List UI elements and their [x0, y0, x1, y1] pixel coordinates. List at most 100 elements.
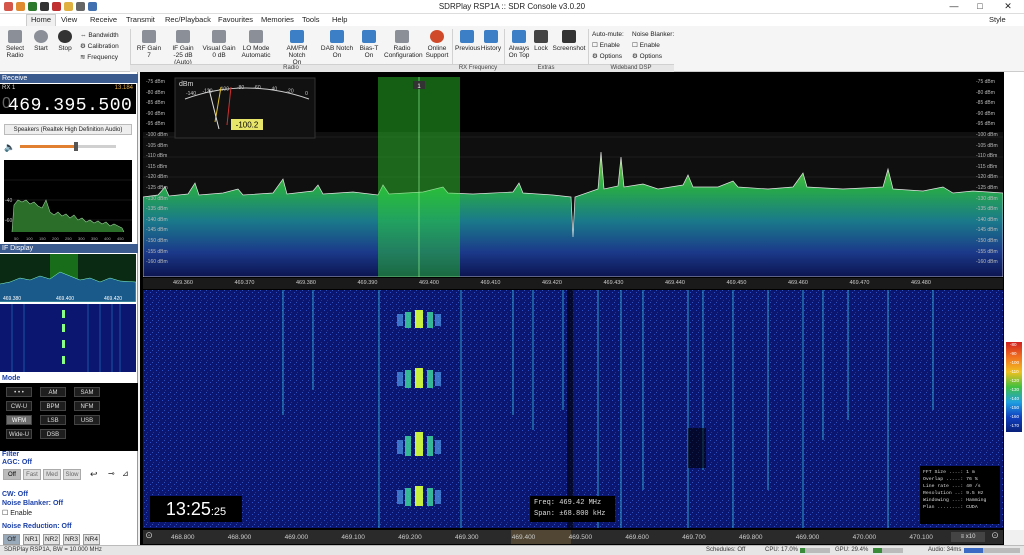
notch-column: [567, 290, 573, 528]
volume-slider[interactable]: [20, 142, 116, 151]
frequency-display[interactable]: RX 1 13.184 0 469.395.500: [0, 84, 136, 116]
menu-bar: Home View Receive Transmit Rec/Playback …: [0, 14, 1024, 26]
mode-usb[interactable]: USB: [74, 415, 100, 425]
rf-gain-button[interactable]: RF Gain 7: [134, 30, 164, 59]
mini-tick: 400: [104, 236, 111, 241]
mode-sam[interactable]: SAM: [74, 387, 100, 397]
mode-am[interactable]: AM: [40, 387, 66, 397]
menu-transmit[interactable]: Transmit: [122, 15, 159, 24]
maximize-button[interactable]: □: [966, 1, 994, 11]
spectrum-db-label-left: -100 dBm: [146, 132, 168, 138]
noise-blanker-label: Noise Blanker:: [632, 31, 675, 38]
fft-resolution: Resolution ..: 9.5 Hz: [923, 491, 984, 496]
online-support-button[interactable]: Online Support: [422, 30, 452, 59]
am-fm-notch-button[interactable]: AM/FM Notch On: [278, 30, 316, 66]
frequency-button[interactable]: ≋ Frequency: [80, 52, 119, 63]
noise-blanker-options[interactable]: ⚙ Options: [632, 51, 674, 62]
history-button[interactable]: History: [480, 30, 502, 52]
menu-rec-playback[interactable]: Rec/Playback: [161, 15, 215, 24]
nb-enable-checkbox[interactable]: ☐ Enable: [2, 509, 32, 517]
lo-mode-button[interactable]: LO Mode Automatic: [238, 30, 274, 59]
mode-wide-u[interactable]: Wide-U: [6, 429, 32, 439]
start-button[interactable]: Start: [30, 30, 52, 52]
nr2-button[interactable]: NR2: [43, 534, 60, 545]
previous-button[interactable]: Previous: [455, 30, 480, 52]
spectrum-db-label-right: -95 dBm: [976, 121, 995, 128]
select-radio-button[interactable]: Select Radio: [4, 30, 26, 59]
gpu-bar: [873, 548, 903, 553]
calibration-button[interactable]: ⚙ Calibration: [80, 41, 119, 52]
mode-dsb[interactable]: DSB: [40, 429, 66, 439]
mode-wfm[interactable]: WFM: [6, 415, 32, 425]
color-scale-tick: -110: [1010, 369, 1019, 374]
noise-blanker-enable[interactable]: ☐ Enable: [632, 40, 674, 51]
color-scale-tick: -160: [1010, 414, 1020, 419]
volume-handle[interactable]: [74, 142, 78, 151]
nr3-button[interactable]: NR3: [63, 534, 80, 545]
mode-more[interactable]: • • •: [6, 387, 32, 397]
bottom-frequency-bar[interactable]: ⊙ 468.800 468.900 469.000 469.100 469.200 469…: [143, 530, 1003, 544]
nr4-button[interactable]: NR4: [83, 534, 100, 545]
mode-bpm[interactable]: BPM: [40, 401, 66, 411]
undo-arrow-icon: [460, 30, 474, 43]
style-menu[interactable]: Style: [985, 15, 1010, 24]
nr1-button[interactable]: NR1: [23, 534, 40, 545]
if-gain-button[interactable]: IF Gain -25 dB (Auto): [166, 30, 200, 66]
meter-scale-tick: -100: [219, 86, 229, 92]
menu-tools[interactable]: Tools: [298, 15, 324, 24]
stop-button[interactable]: Stop: [54, 30, 76, 52]
agc-med-button[interactable]: Med: [43, 469, 61, 480]
auto-mute-options[interactable]: ⚙ Options: [592, 51, 624, 62]
spectrum-db-label-right: -135 dBm: [976, 206, 998, 213]
menu-favourites[interactable]: Favourites: [214, 15, 257, 24]
speaker-select[interactable]: Speakers (Realtek High Definition Audio): [4, 124, 132, 135]
spectrum-freq-tick: 469.370: [234, 280, 255, 286]
scroll-right-icon[interactable]: ⊙: [989, 530, 1001, 544]
menu-help[interactable]: Help: [328, 15, 351, 24]
spectrum-db-label-right: -155 dBm: [976, 248, 998, 255]
agc-fast-button[interactable]: Fast: [23, 469, 41, 480]
agc-key-icon[interactable]: ⊸: [108, 469, 115, 478]
lo-mode-icon: [249, 30, 263, 43]
screenshot-button[interactable]: Screenshot: [552, 30, 586, 52]
mode-nfm[interactable]: NFM: [74, 401, 100, 411]
agc-off-button[interactable]: Off: [3, 469, 21, 480]
mode-cw-u[interactable]: CW-U: [6, 401, 32, 411]
minimize-button[interactable]: —: [940, 1, 968, 11]
lock-button[interactable]: Lock: [533, 30, 549, 52]
fft-windowing: Windowing ...: Hamming: [923, 498, 987, 503]
meter-scale-tick: -80: [237, 85, 244, 91]
agc-slow-button[interactable]: Slow: [63, 469, 81, 480]
bias-t-button[interactable]: Bias-T On: [358, 30, 380, 59]
menu-view[interactable]: View: [57, 15, 81, 24]
mini-tick: 100: [26, 236, 33, 241]
always-on-top-button[interactable]: Always On Top: [507, 30, 531, 59]
agc-return-icon[interactable]: ↩: [90, 469, 98, 480]
auto-mute-enable[interactable]: ☐ Enable: [592, 40, 624, 51]
spectrum-db-label-left: -150 dBm: [146, 238, 168, 244]
visual-gain-button[interactable]: Visual Gain 0 dB: [202, 30, 236, 59]
config-icon: [395, 30, 409, 43]
close-button[interactable]: ✕: [994, 1, 1022, 12]
bottom-freq-tick: 470.100: [909, 534, 933, 541]
radio-configuration-button[interactable]: Radio Configuration: [384, 30, 423, 59]
color-scale[interactable]: -80 -90 -100 -110 -120 -130 -140 -150 -160 -170: [1004, 290, 1024, 530]
noise-blanker-header: Noise Blanker: Off: [2, 500, 64, 507]
spectrum-db-label-right: -125 dBm: [976, 185, 998, 191]
meter-title: dBm: [179, 81, 194, 88]
mode-lsb[interactable]: LSB: [40, 415, 66, 425]
menu-receive[interactable]: Receive: [86, 15, 121, 24]
menu-home[interactable]: Home: [26, 14, 57, 26]
agc-chart-icon[interactable]: ⊿: [122, 469, 129, 478]
bandwidth-button[interactable]: ⇔ Bandwidth: [80, 30, 119, 41]
clock-time: 13:25: [165, 499, 211, 519]
spectrum-db-label-right: -90 dBm: [976, 110, 995, 117]
zoom-select[interactable]: ≡ x10: [951, 532, 985, 542]
spectrum-display[interactable]: 1 dBm -100.2 -140 -120 -100 -80 -60 -40 -20 0: [143, 77, 1003, 277]
group-extras: Extras: [504, 64, 588, 72]
menu-memories[interactable]: Memories: [257, 15, 298, 24]
waterfall-display[interactable]: [143, 290, 1003, 528]
dab-notch-button[interactable]: DAB Notch On: [318, 30, 356, 59]
nr-off-button[interactable]: Off: [3, 534, 20, 545]
scroll-left-icon[interactable]: ⊙: [143, 530, 155, 544]
